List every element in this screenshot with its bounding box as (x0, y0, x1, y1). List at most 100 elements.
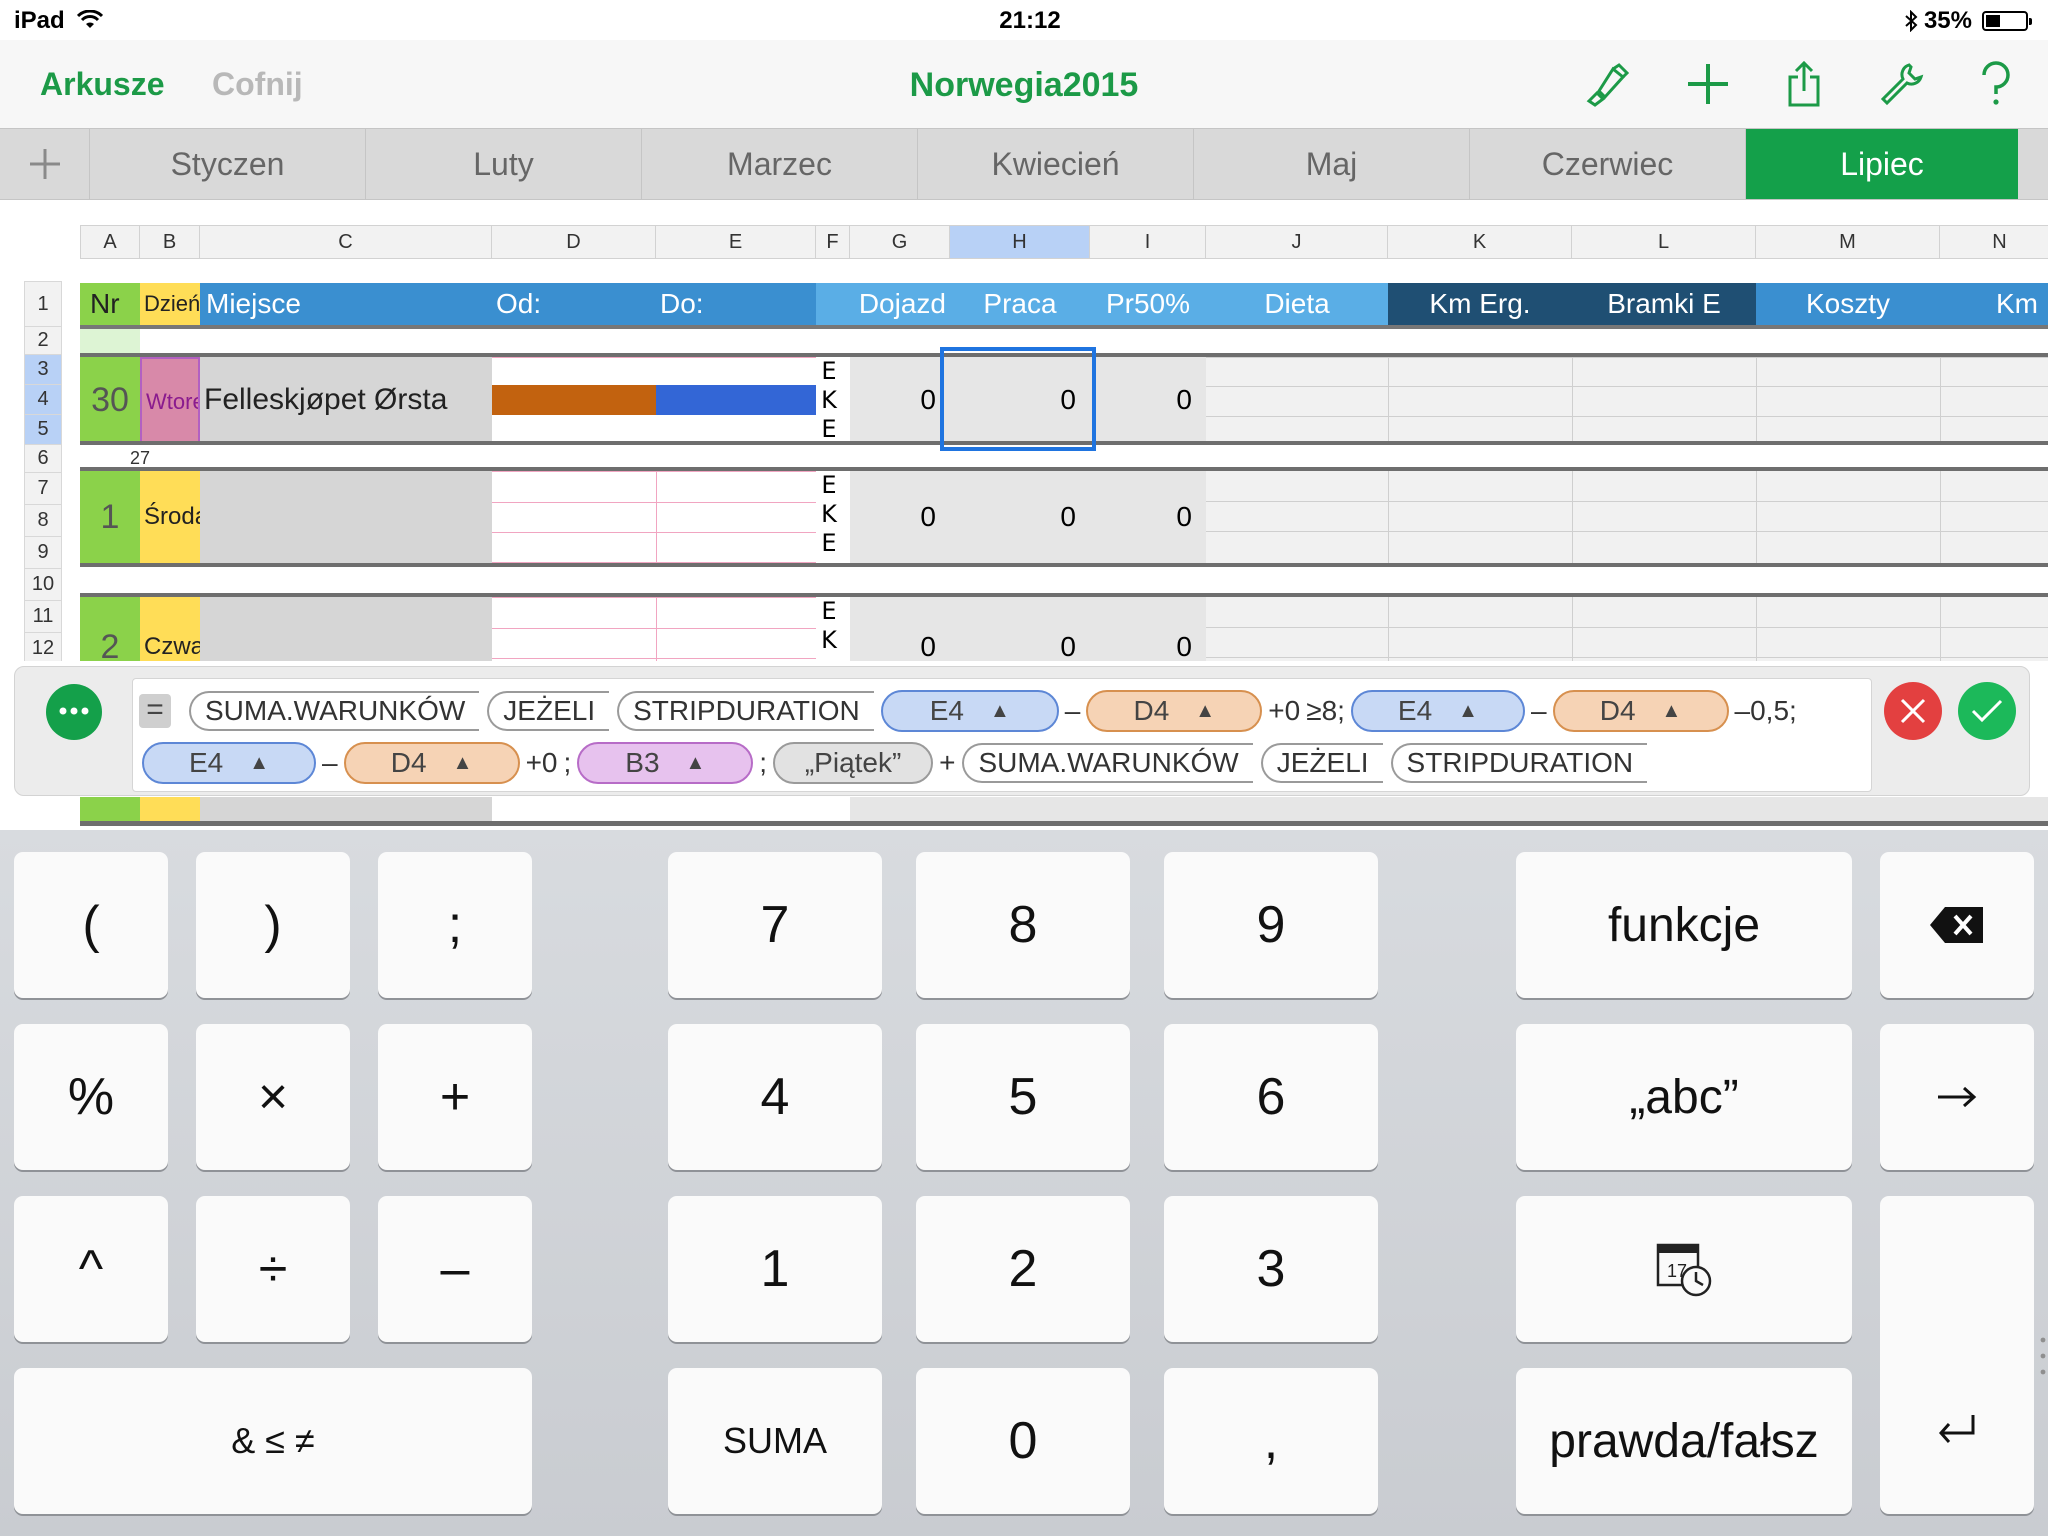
key-8[interactable]: 8 (916, 852, 1130, 998)
entry2-od-do-area[interactable] (492, 471, 816, 563)
row-header-9[interactable]: 9 (24, 537, 62, 569)
spreadsheets-back-button[interactable]: Arkusze (40, 66, 165, 103)
column-header-m[interactable]: M (1756, 225, 1940, 259)
entry2-praca[interactable]: 0 (950, 471, 1090, 563)
key-string[interactable]: „abc” (1516, 1024, 1852, 1170)
string-token-piatek[interactable]: „Piątek” (773, 742, 934, 784)
entry2-dzien[interactable]: Środa (140, 471, 200, 563)
column-header-d[interactable]: D (492, 225, 656, 259)
row-header-8[interactable]: 8 (24, 505, 62, 537)
header-km[interactable]: Km (1996, 283, 2048, 325)
entry3-ekl[interactable]: E K (818, 597, 840, 661)
key-9[interactable]: 9 (1164, 852, 1378, 998)
reference-token-e4-third[interactable]: E4 ▲ (142, 742, 316, 784)
row-header-1[interactable]: 1 (24, 281, 62, 327)
header-praca[interactable]: Praca (950, 283, 1090, 325)
key-open-paren[interactable]: ( (14, 852, 168, 998)
entry3-nr[interactable]: 2 (80, 597, 140, 661)
tab-styczen[interactable]: Styczen (90, 129, 366, 199)
key-3[interactable]: 3 (1164, 1196, 1378, 1342)
key-suma[interactable]: SUMA (668, 1368, 882, 1514)
entry3-od-do-area[interactable] (492, 597, 816, 661)
row2-a[interactable] (80, 329, 140, 355)
header-dojazd[interactable]: Dojazd (850, 283, 950, 325)
undo-button[interactable]: Cofnij (212, 66, 303, 103)
row-header-2[interactable]: 2 (24, 327, 62, 355)
tab-czerwiec[interactable]: Czerwiec (1470, 129, 1746, 199)
row-header-7[interactable]: 7 (24, 473, 62, 505)
reference-token-e4[interactable]: E4 ▲ (880, 690, 1059, 732)
row-header-5[interactable]: 5 (24, 415, 62, 445)
header-km-erg[interactable]: Km Erg. (1388, 283, 1572, 325)
add-sheet-button[interactable] (0, 129, 90, 199)
entry1-dojazd[interactable]: 0 (850, 357, 950, 443)
row-header-10[interactable]: 10 (24, 569, 62, 601)
column-header-j[interactable]: J (1206, 225, 1388, 259)
key-percent[interactable]: % (14, 1024, 168, 1170)
column-header-b[interactable]: B (140, 225, 200, 259)
key-semicolon[interactable]: ; (378, 852, 532, 998)
formula-more-button[interactable] (46, 684, 102, 740)
tab-luty[interactable]: Luty (366, 129, 642, 199)
entry2-miejsce[interactable] (200, 471, 492, 563)
tab-maj[interactable]: Maj (1194, 129, 1470, 199)
function-token-suma-warunkow-2[interactable]: SUMA.WARUNKÓW (962, 743, 1253, 783)
key-minus[interactable]: – (378, 1196, 532, 1342)
key-divide[interactable]: ÷ (196, 1196, 350, 1342)
header-do[interactable]: Do: (660, 283, 810, 325)
entry1-dzien[interactable]: Wtorek (140, 357, 200, 443)
entry1-do-bar[interactable] (656, 385, 816, 415)
add-button[interactable] (1678, 54, 1738, 114)
row-header-4[interactable]: 4 (24, 385, 62, 415)
function-token-jezeli[interactable]: JEŻELI (487, 691, 610, 731)
share-button[interactable] (1774, 54, 1834, 114)
key-7[interactable]: 7 (668, 852, 882, 998)
reference-token-d4-second[interactable]: D4 ▲ (1552, 690, 1729, 732)
column-header-g[interactable]: G (850, 225, 950, 259)
entry1-nr[interactable]: 30 (80, 357, 140, 443)
reference-token-e4-second[interactable]: E4 ▲ (1350, 690, 1525, 732)
tools-button[interactable] (1872, 54, 1932, 114)
key-1[interactable]: 1 (668, 1196, 882, 1342)
row-header-12[interactable]: 12 (24, 633, 62, 661)
tab-kwiecien[interactable]: Kwiecień (918, 129, 1194, 199)
header-koszty[interactable]: Koszty (1756, 283, 1940, 325)
column-header-k[interactable]: K (1388, 225, 1572, 259)
key-next[interactable] (1880, 1024, 2034, 1170)
column-header-l[interactable]: L (1572, 225, 1756, 259)
column-header-a[interactable]: A (80, 225, 140, 259)
entry3-pr50[interactable]: 0 (1090, 597, 1206, 661)
help-button[interactable] (1966, 54, 2026, 114)
entry1-od-bar[interactable] (492, 385, 656, 415)
entry1-ekl[interactable]: E K E (818, 357, 840, 443)
key-5[interactable]: 5 (916, 1024, 1130, 1170)
entry2-pr50[interactable]: 0 (1090, 471, 1206, 563)
header-nr[interactable]: Nr (80, 283, 140, 325)
format-brush-button[interactable] (1576, 54, 1636, 114)
function-token-stripduration[interactable]: STRIPDURATION (617, 691, 874, 731)
key-close-paren[interactable]: ) (196, 852, 350, 998)
header-dieta[interactable]: Dieta (1206, 283, 1388, 325)
key-multiply[interactable]: × (196, 1024, 350, 1170)
column-header-c[interactable]: C (200, 225, 492, 259)
reference-token-b3[interactable]: B3 ▲ (577, 742, 754, 784)
row-header-6[interactable]: 6 (24, 445, 62, 473)
key-boolean[interactable]: prawda/fałsz (1516, 1368, 1852, 1514)
key-backspace[interactable] (1880, 852, 2034, 998)
accept-formula-button[interactable] (1958, 682, 2016, 740)
row-header-11[interactable]: 11 (24, 601, 62, 633)
header-dzien[interactable]: Dzień (140, 283, 200, 325)
key-4[interactable]: 4 (668, 1024, 882, 1170)
key-functions[interactable]: funkcje (1516, 852, 1852, 998)
column-header-n[interactable]: N (1940, 225, 2048, 259)
entry3-miejsce[interactable] (200, 597, 492, 661)
cancel-formula-button[interactable] (1884, 682, 1942, 740)
reference-token-d4-third[interactable]: D4 ▲ (343, 742, 520, 784)
spreadsheet-canvas[interactable]: A B C D E F G H I J K L M N 1 2 3 4 5 6 … (0, 201, 2048, 661)
entry1-pr50[interactable]: 0 (1090, 357, 1206, 443)
key-power[interactable]: ^ (14, 1196, 168, 1342)
header-pr50[interactable]: Pr50% (1090, 283, 1206, 325)
header-od[interactable]: Od: (496, 283, 646, 325)
column-header-i[interactable]: I (1090, 225, 1206, 259)
column-header-f[interactable]: F (816, 225, 850, 259)
